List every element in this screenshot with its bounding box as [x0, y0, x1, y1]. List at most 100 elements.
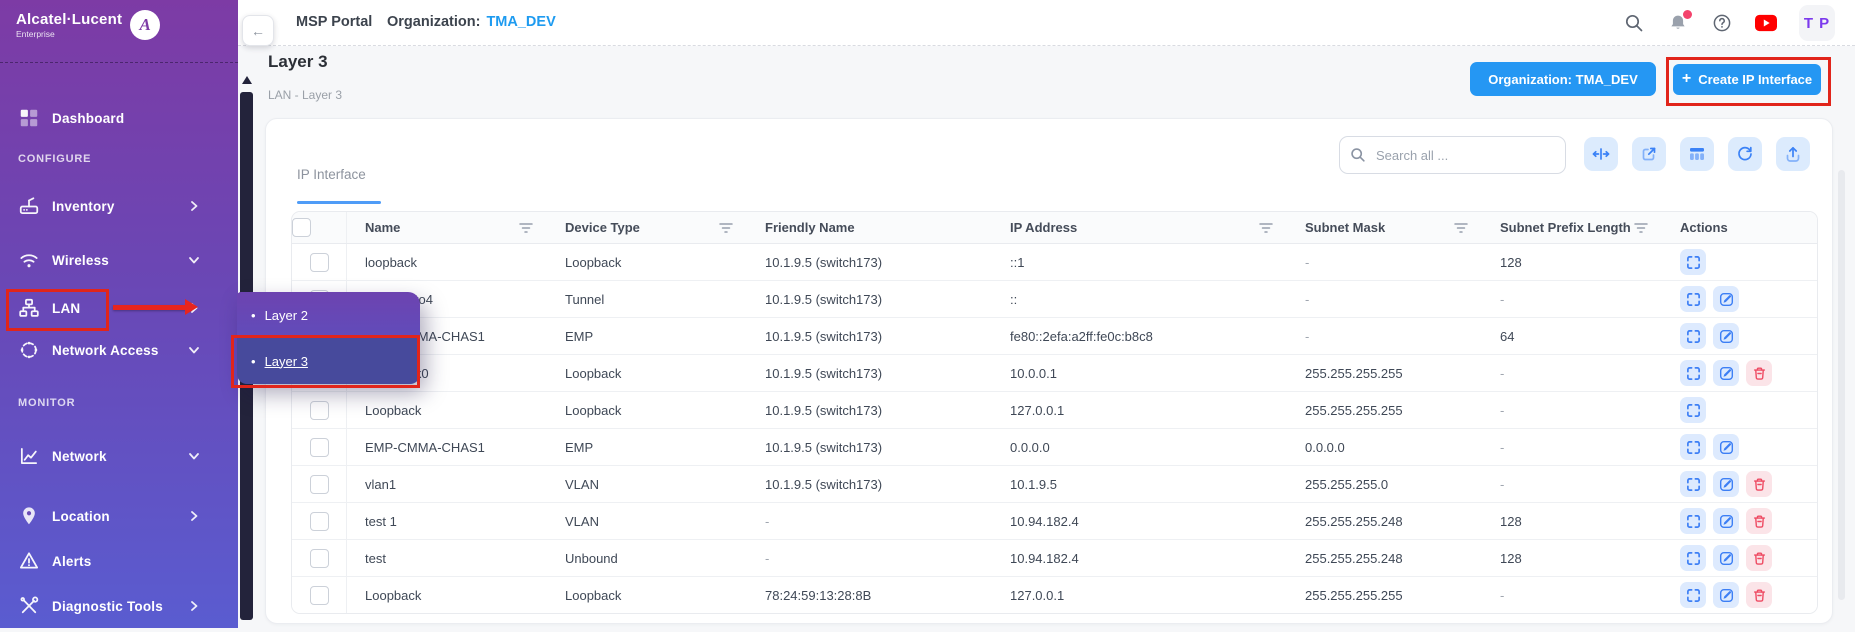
organization-button[interactable]: Organization: TMA_DEV [1470, 62, 1656, 96]
filter-icon[interactable] [1634, 222, 1648, 234]
sidebar-item-network-access[interactable]: Network Access [0, 329, 238, 371]
column-header-actions[interactable]: Actions [1662, 220, 1817, 235]
delete-row-button[interactable] [1746, 508, 1772, 534]
expand-row-button[interactable] [1680, 434, 1706, 460]
select-all-checkbox[interactable] [292, 218, 311, 237]
edit-row-button[interactable] [1713, 434, 1739, 460]
delete-row-button[interactable] [1746, 582, 1772, 608]
filter-icon[interactable] [1454, 222, 1468, 234]
delete-row-button[interactable] [1746, 471, 1772, 497]
tab-ip-interface[interactable]: IP Interface [297, 167, 366, 182]
avatar[interactable]: T P [1799, 5, 1835, 41]
sidebar-section-monitor: MONITOR [18, 397, 75, 415]
sidebar-item-label: Dashboard [52, 111, 124, 126]
sidebar-item-diagnostic-tools[interactable]: Diagnostic Tools [0, 585, 238, 627]
column-header-ip-address[interactable]: IP Address [992, 220, 1287, 235]
filter-icon[interactable] [519, 222, 533, 234]
youtube-button[interactable] [1755, 12, 1777, 34]
expand-icon [1686, 588, 1701, 603]
expand-row-button[interactable] [1680, 582, 1706, 608]
sidebar-item-dashboard[interactable]: Dashboard [0, 97, 238, 139]
export-button[interactable] [1776, 137, 1810, 171]
column-header-label: Subnet Prefix Length [1500, 220, 1631, 235]
search-icon [1624, 13, 1644, 33]
expand-icon [1686, 329, 1701, 344]
sidebar-divider [0, 62, 238, 63]
row-checkbox[interactable] [310, 586, 329, 605]
sidebar-item-label: Wireless [52, 253, 109, 268]
lan-icon [18, 297, 40, 319]
cell-name: EMP-CMMA-CHAS1 [347, 440, 547, 455]
sidebar: Alcatel·Lucent Enterprise A DashboardCON… [0, 0, 238, 628]
table-columns-button[interactable] [1680, 137, 1714, 171]
column-header-subnet-prefix-length[interactable]: Subnet Prefix Length [1482, 220, 1662, 235]
sidebar-item-location[interactable]: Location [0, 495, 238, 537]
cell-ip-address: :: [992, 292, 1287, 307]
cell-device-type: Loopback [547, 403, 747, 418]
cell-ip-address: 127.0.0.1 [992, 588, 1287, 603]
column-header-name[interactable]: Name [347, 220, 547, 235]
row-checkbox[interactable] [310, 253, 329, 272]
row-checkbox[interactable] [310, 401, 329, 420]
expand-row-button[interactable] [1680, 323, 1706, 349]
expand-row-button[interactable] [1680, 360, 1706, 386]
expand-icon [1686, 403, 1701, 418]
bullet-icon: • [251, 308, 256, 323]
sidebar-item-alerts[interactable]: Alerts [0, 540, 238, 582]
expand-icon [1686, 477, 1701, 492]
expand-row-button[interactable] [1680, 397, 1706, 423]
row-checkbox-cell [292, 466, 347, 502]
edit-row-button[interactable] [1713, 582, 1739, 608]
cell-subnet-mask: 255.255.255.0 [1287, 477, 1482, 492]
annotation-arrow-head [185, 299, 198, 315]
column-header-friendly-name[interactable]: Friendly Name [747, 220, 992, 235]
expand-row-button[interactable] [1680, 286, 1706, 312]
column-header-subnet-mask[interactable]: Subnet Mask [1287, 220, 1482, 235]
fit-columns-button[interactable] [1584, 137, 1618, 171]
sidebar-collapse-button[interactable]: ← [242, 15, 274, 46]
cell-friendly-name: 78:24:59:13:28:8B [747, 588, 992, 603]
row-checkbox[interactable] [310, 512, 329, 531]
expand-row-button[interactable] [1680, 545, 1706, 571]
expand-row-button[interactable] [1680, 249, 1706, 275]
cell-subnet-prefix-length: 128 [1482, 551, 1662, 566]
edit-row-button[interactable] [1713, 545, 1739, 571]
sidebar-item-network[interactable]: Network [0, 435, 238, 477]
delete-row-button[interactable] [1746, 360, 1772, 386]
search-input[interactable] [1374, 147, 1555, 164]
cell-subnet-mask: - [1287, 292, 1482, 307]
create-ip-interface-button[interactable]: + Create IP Interface [1673, 64, 1821, 95]
flyout-item-layer-3[interactable]: •Layer 3 [237, 338, 420, 384]
sidebar-item-inventory[interactable]: Inventory [0, 185, 238, 227]
edit-row-button[interactable] [1713, 286, 1739, 312]
row-checkbox[interactable] [310, 549, 329, 568]
edit-row-button[interactable] [1713, 508, 1739, 534]
sidebar-item-wireless[interactable]: Wireless [0, 239, 238, 281]
cell-device-type: EMP [547, 440, 747, 455]
search-button[interactable] [1623, 12, 1645, 34]
edit-row-button[interactable] [1713, 323, 1739, 349]
cell-subnet-prefix-length: 64 [1482, 329, 1662, 344]
edit-row-button[interactable] [1713, 471, 1739, 497]
filter-icon[interactable] [719, 222, 733, 234]
flyout-item-layer-2[interactable]: • Layer 2 [237, 292, 420, 338]
flyout-item-label: Layer 2 [265, 308, 308, 323]
content-scrollbar[interactable] [1838, 170, 1845, 600]
notifications-button[interactable] [1667, 12, 1689, 34]
refresh-button[interactable] [1728, 137, 1762, 171]
cell-subnet-prefix-length: - [1482, 292, 1662, 307]
row-checkbox[interactable] [310, 438, 329, 457]
sidebar-scroll-up-icon[interactable] [242, 76, 252, 84]
column-header-device-type[interactable]: Device Type [547, 220, 747, 235]
open-external-button[interactable] [1632, 137, 1666, 171]
row-checkbox[interactable] [310, 475, 329, 494]
delete-row-button[interactable] [1746, 545, 1772, 571]
expand-row-button[interactable] [1680, 471, 1706, 497]
expand-row-button[interactable] [1680, 508, 1706, 534]
header-checkbox-cell [292, 212, 347, 243]
filter-icon[interactable] [1259, 222, 1273, 234]
organization-value-link[interactable]: TMA_DEV [486, 14, 555, 30]
app-root: Alcatel·Lucent Enterprise A DashboardCON… [0, 0, 1855, 632]
help-button[interactable] [1711, 12, 1733, 34]
edit-row-button[interactable] [1713, 360, 1739, 386]
